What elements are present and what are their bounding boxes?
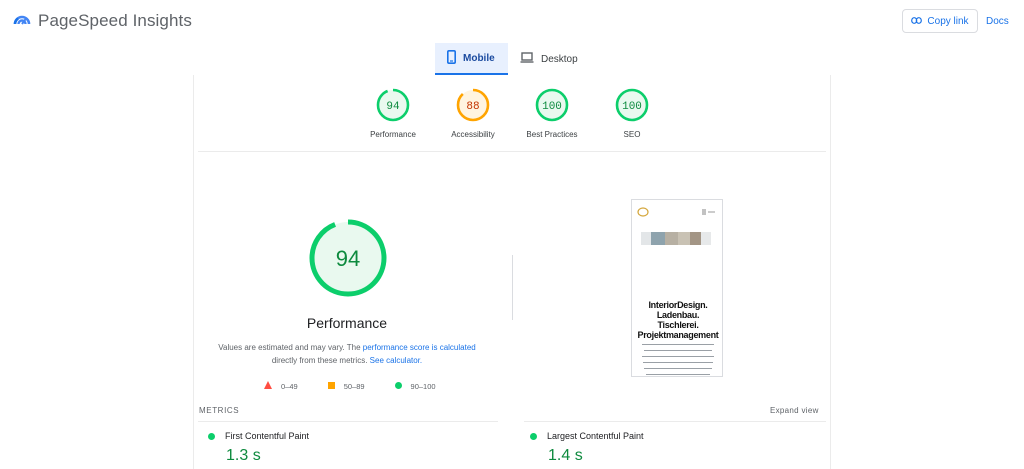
divider: [524, 421, 826, 422]
tab-mobile-label: Mobile: [463, 52, 495, 64]
screenshot-text-line: [643, 362, 713, 364]
screenshot-text-line: [642, 344, 714, 346]
tab-desktop[interactable]: Desktop: [508, 43, 588, 75]
screenshot-text-line: [646, 374, 710, 376]
see-calculator-link[interactable]: See calculator.: [370, 356, 422, 365]
screenshot-header: [636, 205, 718, 217]
svg-text:100: 100: [622, 101, 642, 113]
score-ring: 100: [615, 88, 649, 122]
score-calculation-link[interactable]: performance score is calculated: [363, 343, 476, 352]
divider: [198, 151, 826, 152]
phone-icon: [447, 49, 457, 67]
gauge-performance[interactable]: 94 Performance: [353, 88, 433, 139]
pass-dot-icon: [208, 432, 215, 440]
metric-value: 1.4 s: [548, 447, 583, 464]
performance-score-gauge: 94: [307, 217, 389, 304]
performance-score: 94: [336, 246, 360, 271]
legend-range: 90–100: [410, 381, 436, 391]
gauge-best-practices[interactable]: 100 Best Practices: [512, 88, 592, 139]
performance-description: Values are estimated and may vary. The p…: [194, 341, 500, 367]
headline-line: InteriorDesign.: [648, 300, 708, 310]
link-icon: [911, 16, 923, 27]
docs-link[interactable]: Docs: [986, 16, 1009, 27]
pagespeed-logo-icon: [12, 10, 32, 31]
pass-dot-icon: [530, 432, 537, 440]
screenshot-text-line: [644, 350, 712, 352]
score-ring: 88: [456, 88, 490, 122]
green-circle-icon: [394, 381, 402, 391]
screenshot-image-strip: [641, 232, 711, 245]
gauge-label: Accessibility: [451, 130, 495, 139]
gauge-label: Best Practices: [526, 130, 578, 139]
device-tabs: Mobile Desktop: [435, 43, 588, 75]
copy-link-label: Copy link: [927, 15, 969, 27]
gauge-accessibility[interactable]: 88 Accessibility: [433, 88, 513, 139]
score-ring: 100: [535, 88, 569, 122]
desc-text: directly from these metrics.: [271, 356, 370, 365]
legend-range: 50–89: [343, 381, 365, 391]
page-screenshot[interactable]: InteriorDesign. Ladenbau. Tischlerei. Pr…: [631, 199, 723, 377]
metrics-section-label: METRICS: [199, 406, 240, 415]
desc-text: Values are estimated and may vary. The: [218, 343, 363, 352]
tab-desktop-label: Desktop: [541, 53, 578, 65]
vertical-divider: [512, 255, 513, 320]
headline-line: Ladenbau.: [656, 310, 700, 320]
metric-largest-contentful-paint: Largest Contentful Paint 1.4 s: [530, 431, 644, 465]
app-logo[interactable]: PageSpeed Insights: [12, 10, 192, 31]
legend-range: 0–49: [281, 381, 298, 391]
metric-name: Largest Contentful Paint: [547, 431, 644, 441]
app-title: PageSpeed Insights: [38, 10, 192, 30]
copy-link-button[interactable]: Copy link: [902, 9, 978, 33]
svg-text:94: 94: [386, 101, 400, 113]
headline-line: Projektmanagement: [637, 330, 719, 340]
legend-fail: 0–49: [264, 380, 298, 392]
legend-pass: 90–100: [394, 380, 436, 392]
screenshot-text-line: [644, 368, 712, 370]
screenshot-text-line: [642, 356, 714, 358]
svg-text:100: 100: [542, 101, 562, 113]
red-triangle-icon: [264, 381, 272, 391]
category-gauges: 94 Performance 88 Accessibility 100 Best…: [194, 75, 830, 151]
gauge-label: SEO: [623, 130, 641, 139]
legend-average: 50–89: [327, 380, 365, 392]
orange-square-icon: [327, 381, 335, 391]
gauge-seo[interactable]: 100 SEO: [592, 88, 672, 139]
report-panel: 94 Performance 88 Accessibility 100 Best…: [193, 75, 831, 469]
top-bar: PageSpeed Insights Copy link Docs: [0, 0, 1024, 44]
metric-first-contentful-paint: First Contentful Paint 1.3 s: [208, 431, 309, 465]
tab-mobile[interactable]: Mobile: [435, 43, 508, 75]
gauge-label: Performance: [370, 130, 416, 139]
headline-line: Tischlerei.: [657, 320, 699, 330]
laptop-icon: [520, 52, 534, 66]
performance-title: Performance: [306, 315, 388, 331]
svg-text:88: 88: [466, 101, 479, 113]
divider: [198, 421, 498, 422]
expand-view-button[interactable]: Expand view: [770, 406, 819, 415]
metric-name: First Contentful Paint: [225, 431, 310, 441]
metric-value: 1.3 s: [226, 447, 261, 464]
screenshot-headline: InteriorDesign. Ladenbau. Tischlerei. Pr…: [636, 300, 720, 340]
score-ring: 94: [376, 88, 410, 122]
score-legend: 0–49 50–89 90–100: [264, 380, 474, 392]
